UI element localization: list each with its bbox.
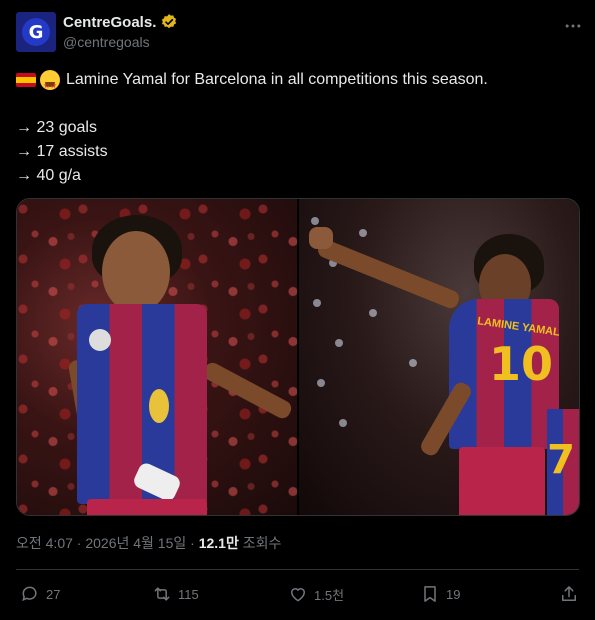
photo-celebration-left[interactable] [17, 199, 297, 515]
stat-assists: → 17 assists [16, 143, 108, 160]
repost-count: 115 [178, 586, 199, 602]
heart-icon [291, 588, 305, 602]
bookmark-button[interactable]: 19 [420, 584, 460, 604]
handle[interactable]: @centregoals [63, 34, 178, 50]
like-button[interactable]: 1.5천 [288, 584, 344, 604]
display-name[interactable]: CentreGoals. [63, 14, 156, 31]
tweet-meta: 오전 4:07 · 2026년 4월 15일 · 12.1만 조회수 [16, 533, 281, 553]
repost-button[interactable]: 115 [152, 584, 199, 604]
media-grid: LAMINE YAMAL 10 7 [16, 198, 580, 516]
view-count: 12.1만 [198, 535, 239, 551]
timestamp[interactable]: 오전 4:07 · 2026년 4월 15일 · [16, 535, 199, 551]
bookmark-icon [424, 586, 436, 602]
stat-goal-contributions: → 40 g/a [16, 167, 81, 184]
tweet-headline-line: ★★ Lamine Yamal for Barcelona in all com… [16, 68, 579, 92]
photo-celebration-right[interactable]: LAMINE YAMAL 10 7 [299, 199, 579, 515]
jersey-number: 10 [489, 337, 554, 391]
star-struck-emoji-icon: ★★ [40, 70, 60, 90]
centregoals-logo: G [22, 18, 50, 46]
tweet-headline: Lamine Yamal for Barcelona in all compet… [66, 71, 488, 88]
bookmark-count: 19 [446, 586, 461, 602]
divider [16, 569, 579, 570]
like-count: 1.5천 [314, 587, 345, 603]
stat-goals: → 23 goals [16, 119, 97, 136]
tweet-header: G CentreGoals. @centregoals [16, 12, 583, 54]
reply-icon [22, 586, 37, 602]
view-count-label: 조회수 [238, 535, 282, 551]
verified-badge-icon [162, 14, 177, 29]
background-jersey-number: 7 [547, 437, 575, 483]
author-info: CentreGoals. @centregoals [63, 13, 178, 50]
reply-count: 27 [46, 586, 61, 602]
spain-flag-icon [16, 73, 36, 87]
avatar[interactable]: G [16, 12, 56, 52]
share-button[interactable] [559, 584, 579, 604]
tweet-text: ★★ Lamine Yamal for Barcelona in all com… [16, 68, 579, 188]
share-icon [562, 586, 576, 601]
reply-button[interactable]: 27 [20, 584, 60, 604]
action-bar: 27 115 1.5천 19 [16, 584, 579, 606]
more-options-icon[interactable] [563, 16, 583, 36]
repost-icon [154, 587, 170, 601]
